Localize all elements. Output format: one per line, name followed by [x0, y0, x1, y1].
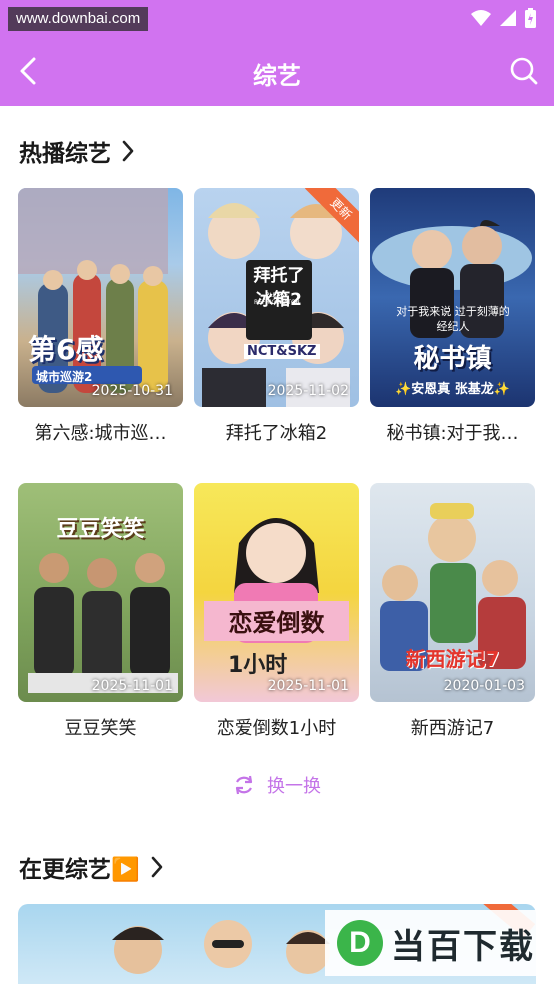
more-section-header[interactable]: 在更综艺▶️	[19, 850, 164, 884]
app-bar: 综艺	[0, 36, 554, 106]
watermark-url: www.downbai.com	[8, 7, 149, 31]
poster-date: 2020-01-03	[443, 678, 525, 694]
search-icon	[510, 57, 538, 85]
refresh-label: 换一换	[267, 776, 321, 797]
show-poster: 恋爱倒数 1小时 2025-11-01	[194, 483, 359, 702]
show-card[interactable]: 恋爱倒数 1小时 2025-11-01 恋爱倒数1小时	[194, 483, 359, 740]
hot-section-title: 热播综艺	[19, 141, 111, 167]
show-title: 新西游记7	[410, 718, 495, 739]
poster-date: 2025-10-31	[91, 383, 173, 399]
show-title: 第六感:城市巡…	[34, 423, 167, 444]
show-title: 拜托了冰箱2	[225, 423, 328, 444]
more-section-title: 在更综艺▶️	[19, 857, 140, 883]
show-card[interactable]: 第6感 城市巡游2 2025-10-31 第六感:城市巡…	[18, 188, 183, 445]
wifi-icon	[471, 10, 491, 26]
show-card[interactable]: 新西游记7 2020-01-03 新西游记7	[370, 483, 535, 740]
refresh-icon	[235, 775, 253, 795]
poster-caption: PLEASE REFRIGERATOR	[254, 292, 300, 306]
poster-subtitle: 1小时	[228, 653, 288, 678]
refresh-button[interactable]: 换一换	[0, 772, 554, 798]
poster-title-art: 第6感	[28, 333, 104, 366]
poster-title-art: 新西游记7	[405, 647, 500, 671]
logo-icon: D	[337, 920, 383, 966]
show-card[interactable]: 拜托了 冰箱2 PLEASE REFRIGERATOR NCT&SKZ 更新 2…	[194, 188, 359, 445]
watermark-logo: D 当百下载	[325, 910, 550, 976]
poster-title-art: 豆豆笑笑	[56, 517, 145, 542]
poster-date: 2025-11-02	[267, 383, 349, 399]
page-title: 综艺	[253, 62, 301, 90]
show-card[interactable]: 豆豆笑笑 2025-11-01 豆豆笑笑	[18, 483, 183, 740]
show-title: 豆豆笑笑	[64, 718, 137, 739]
show-poster: 第6感 城市巡游2 2025-10-31	[18, 188, 183, 407]
show-title: 恋爱倒数1小时	[216, 718, 337, 739]
poster-date: 2025-11-01	[91, 678, 173, 694]
show-poster: 对于我来说 过于刻薄的经纪人 秘书镇 ✨安恩真 张基龙✨	[370, 188, 535, 407]
poster-title-art: 恋爱倒数	[228, 609, 325, 637]
show-poster: 新西游记7 2020-01-03	[370, 483, 535, 702]
status-bar: www.downbai.com	[0, 0, 554, 36]
logo-letter: D	[349, 926, 371, 959]
poster-subtitle: 城市巡游2	[36, 370, 93, 384]
battery-icon	[525, 8, 536, 28]
hot-section-header[interactable]: 热播综艺	[19, 134, 135, 168]
show-poster: 拜托了 冰箱2 PLEASE REFRIGERATOR NCT&SKZ 更新 2…	[194, 188, 359, 407]
poster-subtitle: ✨安恩真 张基龙✨	[395, 382, 510, 397]
chevron-right-icon	[122, 140, 134, 162]
signal-icon	[500, 10, 516, 26]
poster-caption: 对于我来说 过于刻薄的经纪人	[396, 305, 510, 333]
show-poster: 豆豆笑笑 2025-11-01	[18, 483, 183, 702]
chevron-right-icon	[151, 856, 162, 878]
poster-date: 2025-11-01	[267, 678, 349, 694]
logo-text: 当百下载	[391, 926, 535, 967]
show-title: 秘书镇:对于我…	[386, 423, 519, 444]
show-card[interactable]: 对于我来说 过于刻薄的经纪人 秘书镇 ✨安恩真 张基龙✨ 秘书镇:对于我…	[370, 188, 535, 445]
poster-title-art: 秘书镇	[413, 344, 492, 374]
search-button[interactable]	[506, 53, 542, 89]
poster-subtitle: NCT&SKZ	[244, 344, 320, 359]
status-icons	[471, 8, 536, 28]
